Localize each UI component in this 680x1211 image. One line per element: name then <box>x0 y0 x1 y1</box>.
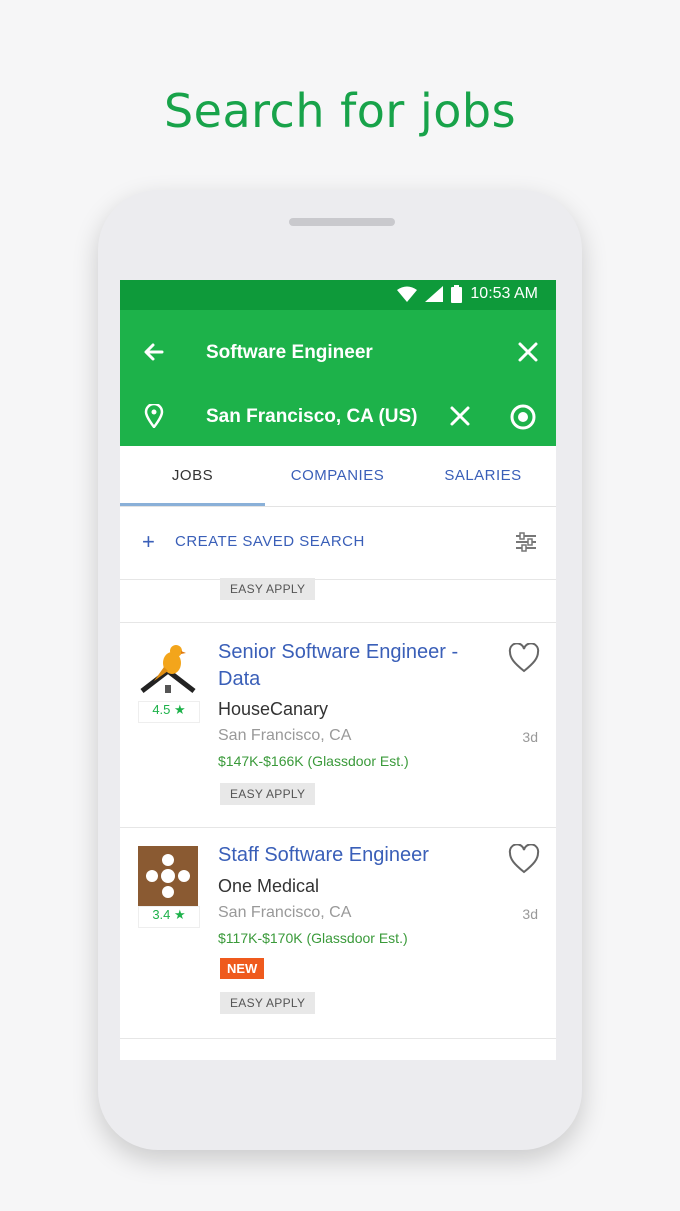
new-badge: NEW <box>220 958 265 979</box>
salary-estimate: $147K-$166K (Glassdoor Est.) <box>218 753 409 769</box>
search-header: Software Engineer San Francisco, CA (US) <box>120 310 556 446</box>
create-saved-search-row[interactable]: + CREATE SAVED SEARCH <box>120 507 556 580</box>
wifi-icon <box>397 286 418 302</box>
salary-estimate: $117K-$170K (Glassdoor Est.) <box>218 930 408 946</box>
keyword-row: Software Engineer <box>120 328 556 378</box>
job-card[interactable]: 3.4 ★ Staff Software Engineer One Medica… <box>120 828 556 1039</box>
location-input[interactable]: San Francisco, CA (US) <box>206 406 418 428</box>
job-card[interactable]: 4.5 ★ Senior Software Engineer - Data Ho… <box>120 623 556 828</box>
location-pin-icon <box>144 402 164 433</box>
location-row: San Francisco, CA (US) <box>120 392 556 442</box>
tab-jobs[interactable]: JOBS <box>120 446 265 504</box>
list-item[interactable]: EASY APPLY <box>120 578 556 623</box>
battery-icon <box>451 285 463 303</box>
job-location: San Francisco, CA <box>218 727 352 744</box>
job-age: 3d <box>522 906 538 922</box>
company-name: One Medical <box>218 876 320 896</box>
app-screen: 10:53 AM Software Engineer San Francisco… <box>120 280 556 1060</box>
clear-location-icon[interactable] <box>448 404 472 433</box>
easy-apply-badge: EASY APPLY <box>220 992 316 1014</box>
company-rating: 4.5 ★ <box>138 701 200 723</box>
clear-keyword-icon[interactable] <box>516 340 540 369</box>
active-tab-indicator <box>120 503 265 506</box>
signal-icon <box>425 286 444 302</box>
save-job-heart-icon[interactable] <box>508 843 540 879</box>
canary-house-logo-icon <box>138 641 198 701</box>
phone-frame: 10:53 AM Software Engineer San Francisco… <box>98 190 582 1150</box>
create-saved-search-button[interactable]: CREATE SAVED SEARCH <box>175 533 365 550</box>
one-medical-logo-icon <box>138 846 198 906</box>
status-time: 10:53 AM <box>470 285 538 302</box>
plus-icon: + <box>142 529 155 554</box>
job-age: 3d <box>522 729 538 745</box>
company-name: HouseCanary <box>218 699 329 719</box>
back-arrow-icon[interactable] <box>142 340 166 369</box>
company-rating: 3.4 ★ <box>138 906 200 928</box>
filter-icon[interactable] <box>514 531 538 558</box>
page-headline: Search for jobs <box>163 84 517 138</box>
tab-companies[interactable]: COMPANIES <box>265 446 410 504</box>
job-location: San Francisco, CA <box>218 904 352 921</box>
result-tabs: JOBS COMPANIES SALARIES <box>120 446 556 507</box>
keyword-input[interactable]: Software Engineer <box>206 342 373 364</box>
phone-speaker <box>289 218 395 226</box>
easy-apply-badge: EASY APPLY <box>220 783 316 805</box>
save-job-heart-icon[interactable] <box>508 642 540 678</box>
job-title-link[interactable]: Staff Software Engineer <box>218 842 488 869</box>
my-location-icon[interactable] <box>508 402 538 437</box>
status-bar: 10:53 AM <box>120 280 556 310</box>
job-title-link[interactable]: Senior Software Engineer - Data <box>218 639 488 693</box>
tab-salaries[interactable]: SALARIES <box>410 446 556 504</box>
easy-apply-badge: EASY APPLY <box>220 578 316 600</box>
